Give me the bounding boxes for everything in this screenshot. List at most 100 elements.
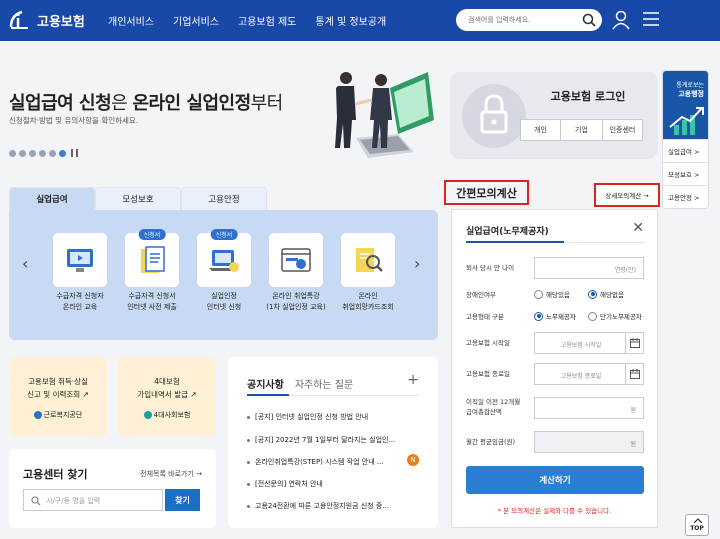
more-plus-icon[interactable]: + bbox=[407, 372, 419, 388]
short-term-provider-radio[interactable]: 단기노무제공자 bbox=[588, 311, 642, 321]
close-icon[interactable]: ✕ bbox=[632, 220, 644, 236]
notice-item[interactable]: [전산문의] 연락처 안내 bbox=[247, 479, 419, 489]
income-input[interactable]: 원 bbox=[534, 397, 644, 419]
banner-title-part2: 은 bbox=[111, 93, 133, 114]
slide-dot-active[interactable] bbox=[59, 149, 66, 157]
search-icon[interactable] bbox=[582, 13, 596, 27]
site-logo[interactable]: 고용보험 bbox=[8, 9, 85, 31]
service-icon-box: 신청서 bbox=[197, 229, 251, 287]
detail-calculation-link[interactable]: 상세모의계산 → bbox=[594, 183, 660, 207]
logo-text: 고용보험 bbox=[37, 14, 85, 30]
search-input[interactable] bbox=[456, 9, 574, 31]
end-date-input[interactable]: 고용보험 종료일 bbox=[534, 363, 644, 385]
service-icon-box bbox=[341, 233, 395, 287]
service-item[interactable]: 수급자격 신청자 온라인 교육 bbox=[43, 233, 117, 313]
calculate-button[interactable]: 계산하기 bbox=[466, 466, 644, 494]
notice-item[interactable]: [공지] 인터넷 실업인정 신청 방법 안내 bbox=[247, 412, 419, 422]
service-label: 실업인정 인터넷 신청 bbox=[206, 292, 242, 311]
quick-calculation-title: 간편모의계산 bbox=[444, 180, 529, 205]
external-link-icon: ↗ bbox=[82, 390, 89, 399]
pause-icon[interactable] bbox=[71, 149, 73, 157]
labor-provider-radio[interactable]: 노무제공자 bbox=[534, 311, 576, 321]
stats-banner[interactable]: 통계로보는 고용행정 bbox=[663, 71, 708, 139]
top-label: TOP bbox=[690, 525, 704, 532]
login-personal-button[interactable]: 개인 bbox=[520, 119, 561, 141]
top-header: 고용보험 개인서비스 기업서비스 고용보험 제도 통계 및 정보공개 bbox=[0, 0, 720, 41]
browser-window-icon bbox=[281, 248, 311, 272]
service-item[interactable]: 신청서 수급자격 신청서 인터넷 사전 제출 bbox=[115, 229, 189, 313]
chevron-left-icon[interactable]: ‹ bbox=[22, 254, 28, 273]
center-search-input[interactable]: 시/구/동 명을 입력 bbox=[23, 489, 163, 511]
notice-item[interactable]: 온라인취업특강(STEP) 시스템 작업 안내 ... bbox=[247, 457, 403, 467]
chevron-up-icon bbox=[694, 518, 702, 523]
main-nav: 개인서비스 기업서비스 고용보험 제도 통계 및 정보공개 bbox=[108, 13, 405, 28]
service-item[interactable]: 온라인 취업특강 (1차 실업인정 교육) bbox=[259, 233, 333, 313]
stats-banner-line2: 고용행정 bbox=[678, 90, 704, 98]
start-date-label: 고용보험 시작일 bbox=[466, 339, 510, 347]
link-line2: 가입내역서 발급 ↗ bbox=[137, 390, 197, 399]
employment-center-finder: 고용센터 찾기 전체목록 바로가기 → 시/구/동 명을 입력 찾기 bbox=[9, 449, 216, 528]
average-wage-label: 월간 평균임금(원) bbox=[466, 438, 515, 446]
menu-icon[interactable] bbox=[643, 12, 659, 26]
insurance-history-link[interactable]: 고용보험 취득·상실 신고 및 이력조회 ↗ 근로복지공단 bbox=[9, 357, 107, 436]
disabled-no-radio[interactable]: 해당없음 bbox=[588, 289, 624, 299]
monitor-play-icon bbox=[67, 249, 93, 272]
org-label: 4대사회보험 bbox=[118, 410, 216, 420]
nav-system[interactable]: 고용보험 제도 bbox=[238, 13, 296, 28]
social-insurance-logo-icon bbox=[143, 411, 152, 419]
card-magnifier-icon bbox=[356, 248, 383, 272]
calendar-icon[interactable] bbox=[625, 333, 643, 353]
quick-unemployment[interactable]: 실업급여 > bbox=[663, 139, 708, 162]
banner-title[interactable]: 실업급여 신청은 온라인 실업인정부터 bbox=[9, 89, 283, 115]
welfare-logo-icon bbox=[33, 411, 42, 419]
nav-personal[interactable]: 개인서비스 bbox=[108, 13, 154, 28]
chart-arrow-icon bbox=[669, 107, 704, 135]
quick-employment-stability[interactable]: 고용안정 > bbox=[663, 185, 708, 208]
banner-title-part3: 온라인 실업인정 bbox=[132, 93, 251, 114]
login-business-button[interactable]: 기업 bbox=[561, 119, 602, 141]
average-wage-output: 원 bbox=[534, 431, 644, 453]
slide-dot[interactable] bbox=[19, 149, 26, 157]
tab-faq[interactable]: 자주하는 질문 bbox=[295, 376, 353, 391]
start-date-input[interactable]: 고용보험 시작일 bbox=[534, 332, 644, 354]
service-item[interactable]: 신청서 실업인정 인터넷 신청 bbox=[187, 229, 261, 313]
quick-menu: 통계로보는 고용행정 실업급여 > 모성보호 > 고용안정 > bbox=[662, 70, 709, 209]
tab-employment-stability[interactable]: 고용안정 bbox=[181, 187, 267, 210]
logo-icon bbox=[9, 10, 28, 29]
center-search-button[interactable]: 찾기 bbox=[165, 489, 200, 511]
slide-dot[interactable] bbox=[39, 149, 46, 157]
notice-item[interactable]: 고용24전환에 따른 고용안정지원금 신청 중... bbox=[247, 501, 419, 511]
service-icon-box bbox=[53, 233, 107, 287]
new-badge: N bbox=[407, 454, 419, 466]
slide-dot[interactable] bbox=[29, 149, 36, 157]
quick-maternity[interactable]: 모성보호 > bbox=[663, 162, 708, 185]
chevron-right-icon[interactable]: › bbox=[414, 254, 420, 273]
income-label: 이직일 이전 12개월 급여총합산액 bbox=[466, 398, 521, 416]
four-insurance-link[interactable]: 4대보험 가입내역서 발급 ↗ 4대사회보험 bbox=[118, 357, 216, 436]
calculator-divider bbox=[466, 241, 645, 243]
document-icon bbox=[141, 246, 165, 273]
nav-statistics[interactable]: 통계 및 정보공개 bbox=[315, 13, 386, 28]
service-item[interactable]: 온라인 취업희망카드조회 bbox=[331, 233, 405, 313]
notice-item[interactable]: [공지] 2022년 7월 1일부터 달라지는 실업인... bbox=[247, 435, 419, 445]
nav-business[interactable]: 기업서비스 bbox=[173, 13, 219, 28]
calendar-icon[interactable] bbox=[625, 364, 643, 384]
tab-maternity[interactable]: 모성보호 bbox=[95, 187, 181, 210]
tab-notice[interactable]: 공지사항 bbox=[247, 376, 284, 391]
age-input[interactable]: 연령(만) bbox=[534, 257, 644, 279]
user-icon[interactable] bbox=[612, 10, 630, 30]
notice-divider bbox=[247, 394, 419, 396]
link-line1: 고용보험 취득·상실 bbox=[28, 377, 88, 386]
center-list-link[interactable]: 전체목록 바로가기 → bbox=[140, 469, 202, 479]
tab-unemployment[interactable]: 실업급여 bbox=[9, 187, 95, 210]
external-link-icon: ↗ bbox=[190, 390, 197, 399]
banner-title-part4: 부터 bbox=[250, 93, 284, 114]
slide-dot[interactable] bbox=[9, 149, 16, 157]
login-certificate-button[interactable]: 인증센터 bbox=[602, 119, 643, 141]
scroll-top-button[interactable]: TOP bbox=[685, 514, 709, 536]
disabled-yes-radio[interactable]: 해당있음 bbox=[534, 289, 570, 299]
service-icon-box: 신청서 bbox=[125, 229, 179, 287]
center-finder-title: 고용센터 찾기 bbox=[23, 468, 88, 481]
slide-dot[interactable] bbox=[49, 149, 56, 157]
service-icon-box bbox=[269, 233, 323, 287]
